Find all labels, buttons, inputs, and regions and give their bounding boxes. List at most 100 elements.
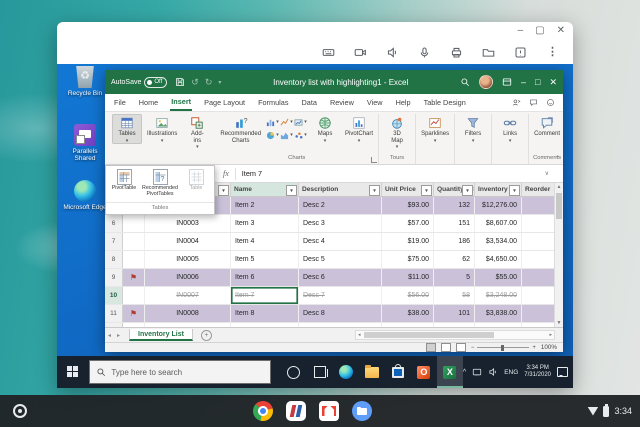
collapse-ribbon-icon[interactable]: ⌃ — [555, 155, 560, 162]
3d-map-button[interactable]: 3D Map ▾ — [382, 114, 412, 150]
tab-home[interactable]: Home — [138, 95, 159, 110]
user-avatar[interactable] — [479, 75, 493, 89]
page-break-view-button[interactable] — [455, 343, 466, 352]
charts-dialog-launcher[interactable] — [371, 157, 378, 163]
add-ins-button[interactable]: Add- ins ▾ — [182, 114, 212, 150]
file-explorer-button[interactable] — [359, 356, 385, 388]
redo-icon[interactable]: ↻ — [205, 77, 213, 88]
normal-view-button[interactable] — [425, 343, 436, 352]
tab-table-design[interactable]: Table Design — [423, 95, 467, 110]
comment-button[interactable]: Comment — [532, 114, 562, 139]
gmail-icon[interactable] — [319, 401, 339, 421]
shelf-status-area[interactable]: 3:34 — [587, 395, 632, 427]
scrollbar-thumb[interactable] — [556, 193, 562, 219]
tab-view[interactable]: View — [366, 95, 384, 110]
language-indicator[interactable]: ENG — [504, 369, 518, 376]
parallels-app-icon[interactable] — [286, 401, 306, 421]
table-row[interactable]: 6 IN0003 Item 3 Desc 3 $57.00 151 $8,607… — [105, 215, 563, 233]
recommended-charts-button[interactable]: ? Recommended Charts — [218, 114, 263, 145]
files-app-icon[interactable] — [352, 401, 372, 421]
filter-icon[interactable]: ▾ — [218, 185, 229, 196]
save-icon[interactable] — [175, 77, 185, 87]
desktop-icon-microsoft-edge[interactable]: Microsoft Edge — [62, 180, 108, 211]
page-layout-view-button[interactable] — [440, 343, 451, 352]
maps-button[interactable]: Maps ▾ — [310, 114, 340, 144]
zoom-slider[interactable] — [501, 344, 505, 351]
more-menu-icon[interactable]: ⋮ — [546, 46, 559, 59]
sheet-nav-right-icon[interactable]: ▸ — [117, 332, 120, 339]
zoom-control[interactable]: − + — [471, 344, 536, 351]
filter-icon[interactable]: ▾ — [509, 185, 520, 196]
table-row[interactable]: 8 IN0005 Item 5 Desc 5 $75.00 62 $4,650.… — [105, 251, 563, 269]
chart-type-buttons[interactable]: ▾ ▾ ▾ ▾ ▾ ▾ — [266, 116, 307, 141]
excel-maximize-button[interactable]: □ — [535, 77, 540, 87]
speaker-icon[interactable] — [386, 46, 399, 59]
printer-icon[interactable] — [450, 46, 463, 59]
search-icon[interactable] — [460, 77, 470, 87]
formula-expand-icon[interactable]: ∨ — [545, 170, 549, 177]
new-sheet-button[interactable]: + — [200, 329, 212, 341]
formula-value[interactable]: Item 7 — [242, 169, 545, 178]
scrollbar-thumb[interactable] — [364, 332, 494, 338]
tab-formulas[interactable]: Formulas — [257, 95, 289, 110]
task-view-button[interactable] — [307, 356, 333, 388]
table-row[interactable]: 11 ⚑ IN0008 Item 8 Desc 8 $38.00 101 $3,… — [105, 305, 563, 323]
zoom-level[interactable]: 100% — [541, 344, 557, 351]
filter-icon[interactable]: ▾ — [462, 185, 473, 196]
camera-icon[interactable] — [354, 46, 367, 59]
excel-minimize-button[interactable]: – — [521, 77, 526, 87]
folder-icon[interactable] — [482, 46, 495, 59]
tab-file[interactable]: File — [113, 95, 127, 110]
action-center-icon[interactable] — [557, 367, 568, 377]
vertical-scrollbar[interactable]: ▲ ▼ — [554, 183, 563, 327]
header-name[interactable]: Name ▾ — [231, 183, 299, 196]
header-inventory-value[interactable]: Inventory Va ▾ — [475, 183, 522, 196]
excel-close-button[interactable]: ✕ — [549, 77, 557, 87]
filter-icon[interactable]: ▾ — [421, 185, 432, 196]
excel-taskbar-button[interactable]: X — [436, 356, 463, 388]
tray-expand-icon[interactable]: ^ — [463, 369, 466, 376]
desktop-icon-recycle-bin[interactable]: Recycle Bin — [62, 66, 108, 97]
menu-item-recommended-pivottables[interactable]: ? Recommended PivotTables — [142, 166, 178, 202]
report-problem-icon[interactable] — [514, 46, 527, 59]
office-button[interactable]: O — [411, 356, 437, 388]
tab-data[interactable]: Data — [301, 95, 318, 110]
store-button[interactable] — [385, 356, 411, 388]
chrome-icon[interactable] — [253, 401, 273, 421]
launcher-button[interactable] — [13, 404, 27, 418]
tab-review[interactable]: Review — [329, 95, 355, 110]
comments-icon[interactable] — [529, 98, 538, 107]
table-row[interactable]: 9 ⚑ IN0006 Item 6 Desc 6 $11.00 5 $55.00 — [105, 269, 563, 287]
taskbar-clock[interactable]: 3:34 PM 7/31/2020 — [524, 365, 551, 379]
table-row-active[interactable]: 10 IN0007 Item 7 Desc 7 $56.00 58 $3,248… — [105, 287, 563, 305]
pivotchart-button[interactable]: PivotChart ▾ — [343, 114, 375, 144]
illustrations-button[interactable]: Illustrations ▾ — [145, 114, 179, 144]
tab-page-layout[interactable]: Page Layout — [203, 95, 246, 110]
sheet-tab-inventory-list[interactable]: Inventory List — [129, 329, 193, 341]
taskbar-search[interactable]: Type here to search — [89, 360, 271, 384]
header-unit-price[interactable]: Unit Price ▾ — [382, 183, 434, 196]
links-button[interactable]: Links ▾ — [495, 114, 525, 144]
tab-help[interactable]: Help — [395, 95, 412, 110]
keyboard-icon[interactable] — [322, 46, 335, 59]
sheet-nav-left-icon[interactable]: ◂ — [108, 332, 111, 339]
tab-insert[interactable]: Insert — [170, 94, 193, 111]
qat-customize-icon[interactable]: ▾ — [218, 79, 221, 86]
feedback-smiley-icon[interactable] — [546, 98, 555, 107]
desktop-icon-parallels-shared[interactable]: Parallels Shared — [62, 124, 108, 162]
sparklines-button[interactable]: Sparklines ▾ — [419, 114, 451, 144]
filter-icon[interactable]: ▾ — [286, 185, 297, 196]
window-maximize-button[interactable]: ▢ — [535, 25, 544, 37]
share-icon[interactable] — [512, 98, 521, 107]
filters-button[interactable]: Filters ▾ — [458, 114, 488, 144]
menu-item-pivottable[interactable]: PivotTable — [106, 166, 142, 202]
window-close-button[interactable]: ✕ — [557, 25, 565, 37]
tablet-icon[interactable] — [472, 367, 482, 377]
horizontal-scrollbar[interactable]: ◂ ▸ — [355, 330, 555, 340]
table-row[interactable]: 7 IN0004 Item 4 Desc 4 $19.00 186 $3,534… — [105, 233, 563, 251]
ribbon-display-icon[interactable] — [502, 77, 512, 87]
header-quantity[interactable]: Quantity in S ▾ — [434, 183, 475, 196]
filter-icon[interactable]: ▾ — [369, 185, 380, 196]
microphone-icon[interactable] — [418, 46, 431, 59]
autosave-toggle[interactable]: AutoSave Off — [111, 76, 168, 88]
